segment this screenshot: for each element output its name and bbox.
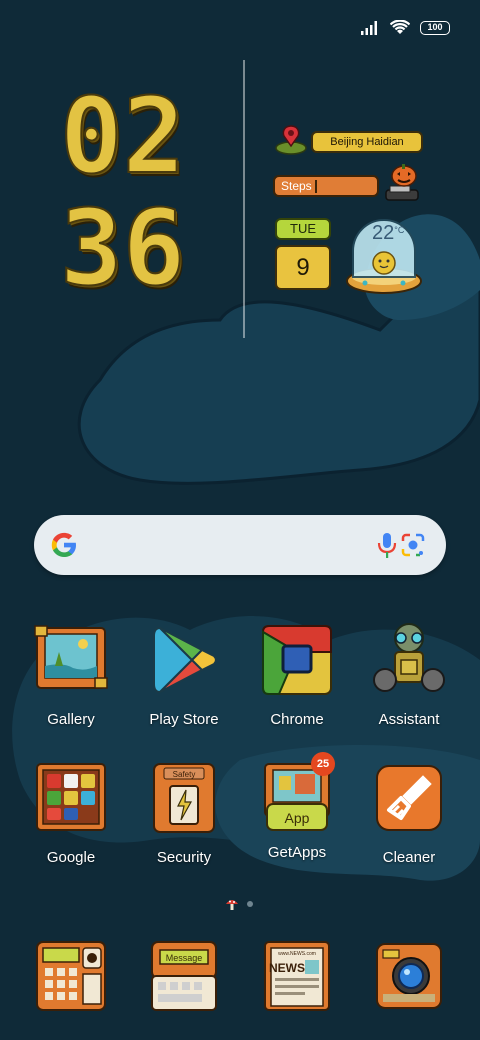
security-icon-text: Safety: [173, 770, 196, 779]
location-label[interactable]: Beijing Haidian: [311, 131, 423, 153]
pumpkin-runner-icon: [385, 164, 419, 201]
google-search-bar[interactable]: [34, 515, 446, 575]
phone-icon: [36, 941, 106, 1011]
notification-badge: 25: [311, 752, 335, 776]
app-assistant[interactable]: Assistant: [359, 622, 459, 728]
day-of-week: TUE: [275, 218, 331, 240]
app-google[interactable]: Google: [21, 760, 121, 866]
dock-camera[interactable]: [359, 938, 459, 1019]
app-label: Play Store: [149, 711, 219, 728]
security-icon: Safety: [153, 763, 215, 833]
app-label: Security: [156, 849, 212, 866]
google-lens-icon[interactable]: [399, 532, 427, 558]
page-dot[interactable]: [247, 901, 253, 907]
app-cleaner[interactable]: Cleaner: [359, 760, 459, 866]
battery-icon: 100: [420, 21, 450, 35]
clock-hours: 02: [59, 75, 186, 197]
location-pin-icon: [275, 125, 307, 155]
messages-icon-text: Message: [166, 953, 203, 963]
cleaner-broom-icon: [376, 765, 442, 831]
browser-icon-url: www.NEWS.com: [278, 951, 316, 957]
temperature-value: 22: [372, 222, 395, 244]
app-label: Chrome: [270, 711, 324, 728]
weather-temperature: 22°C: [372, 222, 404, 245]
app-label: Assistant: [378, 711, 440, 728]
google-logo-icon: [51, 532, 76, 557]
steps-cursor: [315, 180, 317, 193]
gallery-icon: [34, 625, 108, 689]
google-folder-icon: [36, 763, 106, 831]
status-bar: 100: [360, 18, 450, 38]
chrome-icon: [261, 625, 332, 695]
getapps-icon-text: App: [285, 810, 310, 826]
mushroom-page-icon: [226, 900, 238, 910]
play-store-icon: [153, 626, 217, 694]
steps-label: Steps: [281, 179, 312, 193]
day-of-month: 9: [275, 245, 331, 290]
wifi-icon: [390, 20, 410, 34]
app-gallery[interactable]: Gallery: [21, 622, 121, 728]
steps-progress-bar[interactable]: Steps: [273, 175, 379, 197]
voice-search-icon[interactable]: [376, 531, 398, 559]
temperature-unit: °C: [394, 225, 405, 235]
camera-icon: [376, 943, 442, 1009]
app-label: GetApps: [267, 844, 327, 861]
dock-messages[interactable]: Message: [134, 938, 234, 1019]
clock-widget[interactable]: 02 36: [59, 75, 220, 309]
app-chrome[interactable]: Chrome: [247, 622, 347, 728]
news-browser-icon: www.NEWS.com NEWS: [264, 941, 330, 1011]
clock-minutes: 36: [59, 187, 186, 309]
browser-icon-text: NEWS: [269, 961, 305, 975]
assistant-robot-icon: [373, 623, 445, 692]
app-play-store[interactable]: Play Store: [134, 622, 234, 728]
app-security[interactable]: Safety Security: [134, 760, 234, 866]
app-label: Google: [46, 849, 96, 866]
signal-icon: [361, 21, 377, 35]
dock-phone[interactable]: [21, 938, 121, 1019]
page-indicator[interactable]: [225, 897, 253, 911]
app-getapps[interactable]: App 25 GetApps: [247, 752, 347, 861]
app-label: Cleaner: [382, 849, 436, 866]
messages-icon: Message: [151, 941, 217, 1011]
widget-divider: [243, 60, 245, 338]
getapps-icon-wrap: App 25: [259, 752, 335, 836]
app-label: Gallery: [47, 711, 95, 728]
dock-browser[interactable]: www.NEWS.com NEWS: [247, 938, 347, 1019]
